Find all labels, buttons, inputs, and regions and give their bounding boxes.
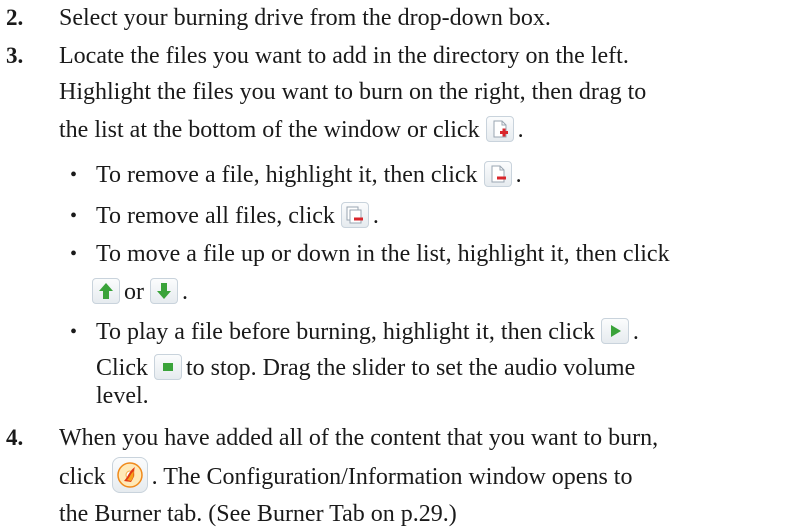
step-2: 2. Select your burning drive from the dr… bbox=[0, 0, 809, 36]
step-number: 2. bbox=[6, 5, 24, 30]
bullet-text: To play a file before burning, highlight… bbox=[96, 314, 809, 414]
step-line: Select your burning drive from the drop-… bbox=[59, 5, 551, 31]
step-text: Select your burning drive from the drop-… bbox=[59, 0, 809, 36]
step-line-text: . The Configuration/Information window o… bbox=[151, 464, 633, 490]
bullet-line-text: To play a file before burning, highlight… bbox=[96, 319, 595, 345]
play-icon[interactable] bbox=[600, 318, 629, 345]
step-text: Locate the files you want to add in the … bbox=[59, 38, 809, 148]
bullet-marker: • bbox=[70, 205, 78, 227]
bullet-line: To remove a file, highlight it, then cli… bbox=[96, 157, 809, 193]
bullet-line-text: To remove all files, click bbox=[96, 203, 335, 229]
bullet-play-file: • To play a file before burning, highlig… bbox=[0, 314, 809, 422]
step-3: 3. Locate the files you want to add in t… bbox=[0, 38, 809, 150]
instruction-document: 2. Select your burning drive from the dr… bbox=[0, 0, 809, 527]
step-line: click . The Configuration/Information win… bbox=[59, 456, 809, 496]
stop-icon[interactable] bbox=[154, 354, 182, 381]
bullet-line-text: . bbox=[632, 319, 639, 345]
bullet-marker: • bbox=[70, 243, 78, 265]
move-down-icon[interactable] bbox=[150, 278, 178, 305]
step-line: When you have added all of the content t… bbox=[59, 425, 659, 451]
bullet-line: To play a file before burning, highlight… bbox=[96, 314, 809, 350]
bullet-line-text: . bbox=[515, 162, 522, 188]
step-text: When you have added all of the content t… bbox=[59, 420, 809, 532]
step-line-text: . bbox=[517, 117, 524, 143]
remove-file-icon[interactable] bbox=[483, 161, 512, 188]
step-line: Highlight the files you want to burn on … bbox=[59, 79, 647, 105]
bullet-line: To remove all files, click. bbox=[96, 198, 809, 234]
bullet-line: To move a file up or down in the list, h… bbox=[96, 241, 670, 267]
move-up-icon[interactable] bbox=[92, 278, 120, 305]
step-line-text: the list at the bottom of the window or … bbox=[59, 117, 480, 143]
step-4: 4. When you have added all of the conten… bbox=[0, 420, 809, 527]
bullet-line-text: . bbox=[372, 203, 379, 229]
bullet-text: To move a file up or down in the list, h… bbox=[92, 236, 809, 310]
bullet-line-text: to stop. Drag the slider to set the audi… bbox=[186, 355, 636, 381]
step-line: Locate the files you want to add in the … bbox=[59, 43, 629, 69]
step-line: the Burner tab. (See Burner Tab on p.29.… bbox=[59, 501, 457, 527]
bullet-text: To remove a file, highlight it, then cli… bbox=[96, 157, 809, 193]
bullet-remove-all: • To remove all files, click. bbox=[0, 198, 809, 234]
bullet-move-file: • To move a file up or down in the list,… bbox=[0, 236, 809, 310]
bullet-line: or. bbox=[86, 272, 809, 310]
remove-all-files-icon[interactable] bbox=[340, 202, 369, 229]
bullet-line-text: To remove a file, highlight it, then cli… bbox=[96, 162, 478, 188]
add-file-icon[interactable] bbox=[485, 116, 514, 143]
step-number: 4. bbox=[6, 425, 24, 450]
step-line: the list at the bottom of the window or … bbox=[59, 110, 809, 148]
step-number: 3. bbox=[6, 43, 24, 68]
bullet-marker: • bbox=[70, 164, 78, 186]
bullet-remove-file: • To remove a file, highlight it, then c… bbox=[0, 157, 809, 193]
burn-icon[interactable] bbox=[111, 457, 148, 494]
bullet-text: To remove all files, click. bbox=[96, 198, 809, 234]
bullet-marker: • bbox=[70, 321, 78, 343]
bullet-line-text: or bbox=[124, 279, 144, 305]
bullet-line-text: . bbox=[182, 279, 188, 305]
step-line-text: click bbox=[59, 464, 106, 490]
